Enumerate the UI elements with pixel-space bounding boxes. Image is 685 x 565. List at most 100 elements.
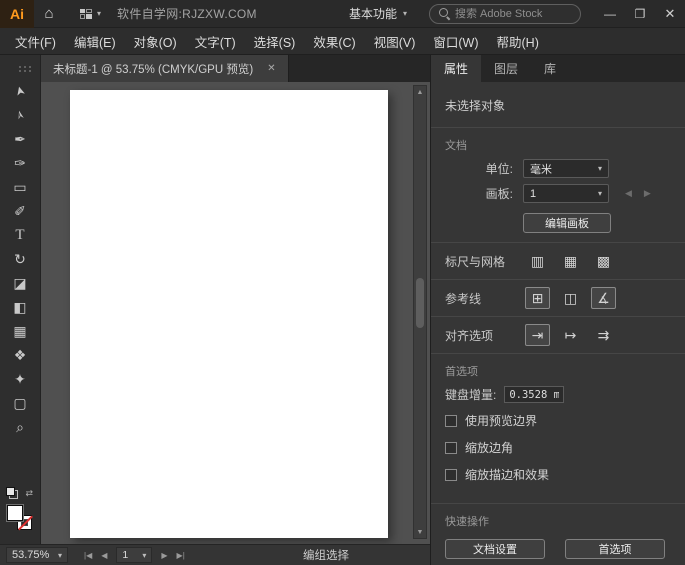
vertical-scrollbar[interactable]: ▲ ▼ [413, 85, 427, 539]
scale-strokes-effects-row: 缩放描边和效果 [431, 461, 685, 488]
snap-to-grid-icon[interactable]: ↦ [558, 324, 583, 346]
canvas-area[interactable]: ▲ ▼ [41, 82, 430, 544]
guides-label: 参考线 [445, 291, 482, 306]
unit-dropdown[interactable]: 毫米 ▾ [523, 159, 609, 178]
menu-window[interactable]: 窗口(W) [424, 27, 487, 56]
menu-effect[interactable]: 效果(C) [304, 27, 364, 56]
menu-edit[interactable]: 编辑(E) [65, 27, 125, 56]
scale-corners-row: 缩放边角 [431, 434, 685, 461]
close-button[interactable]: ✕ [655, 0, 685, 28]
keyboard-increment-input[interactable] [504, 386, 565, 403]
tab-libraries[interactable]: 库 [531, 55, 569, 82]
workspace-menu[interactable]: 基本功能 ▾ [349, 5, 407, 22]
keyboard-increment-row: 键盘增量: [431, 382, 685, 407]
status-text: 编组选择 [303, 550, 349, 562]
align-options-label: 对齐选项 [445, 328, 494, 343]
next-artboard-icon[interactable]: ▶ [644, 188, 651, 199]
ruler-grid-row: 标尺与网格 ▥ ▦ ▩ [431, 243, 685, 279]
scale-strokes-effects-checkbox[interactable] [445, 468, 457, 481]
default-fill-stroke-icon[interactable] [6, 487, 18, 499]
previous-artboard-icon[interactable]: ◀ [101, 551, 107, 560]
unit-label: 单位: [485, 162, 513, 176]
shaper-tool[interactable]: ✦ [0, 367, 40, 391]
artboard-prev-next: ◀ ▶ [625, 188, 651, 199]
illustrator-window: Ai ⌂ ▾ 软件自学网:RJZXW.COM 基本功能 ▾ — ❐ ✕ 文件(F… [0, 0, 685, 565]
home-icon[interactable]: ⌂ [34, 0, 64, 28]
curvature-tool[interactable]: ✑ [0, 151, 40, 175]
artboard-dropdown[interactable]: 1 ▾ [523, 184, 609, 203]
paintbrush-tool[interactable]: ✐ [0, 199, 40, 223]
scroll-down-icon[interactable]: ▼ [414, 526, 426, 538]
artboard-tool[interactable]: ▢ [0, 391, 40, 415]
artboard-value: 1 [530, 187, 537, 200]
type-tool[interactable]: T [0, 223, 40, 247]
unit-row: 单位: 毫米 ▾ [431, 156, 685, 181]
artboard-row: 画板: 1 ▾ ◀ ▶ [431, 181, 685, 206]
snap-to-pixel-icon[interactable]: ⇉ [591, 324, 616, 346]
show-guides-icon[interactable]: ⊞ [525, 287, 550, 309]
rectangle-tool[interactable]: ▭ [0, 175, 40, 199]
menu-view[interactable]: 视图(V) [365, 27, 425, 56]
document-setup-button[interactable]: 文档设置 [445, 539, 545, 559]
document-section-label: 文档 [445, 140, 467, 152]
fill-color-swatch[interactable] [7, 505, 23, 521]
lock-guides-icon[interactable]: ◫ [558, 287, 583, 309]
menubar: 文件(F) 编辑(E) 对象(O) 文字(T) 选择(S) 效果(C) 视图(V… [0, 28, 685, 55]
tools-panel: ➤ ➢ ✒ ✑ ▭ ✐ T ↻ ◪ ◧ ▦ ❖ ✦ ▢ ⌕ ⇄ [0, 55, 41, 544]
swap-fill-stroke-icon[interactable]: ⇄ [25, 488, 33, 499]
edit-artboard-button[interactable]: 编辑画板 [523, 213, 611, 233]
search-input[interactable] [455, 7, 567, 20]
scroll-up-icon[interactable]: ▲ [414, 86, 426, 98]
grid-icon[interactable]: ▦ [558, 250, 583, 272]
rotate-tool[interactable]: ↻ [0, 247, 40, 271]
guides-row: 参考线 ⊞ ◫ ∡ [431, 280, 685, 316]
next-artboard-icon[interactable]: ▶ [161, 551, 167, 560]
menu-select[interactable]: 选择(S) [245, 27, 305, 56]
transparency-grid-icon[interactable]: ▩ [591, 250, 616, 272]
arrange-documents-icon [80, 8, 92, 19]
menu-type[interactable]: 文字(T) [186, 27, 245, 56]
chevron-down-icon: ▾ [97, 9, 102, 18]
chevron-down-icon: ▾ [402, 9, 407, 18]
gradient-tool[interactable]: ◧ [0, 295, 40, 319]
restore-button[interactable]: ❐ [625, 0, 655, 28]
artboard-number: 1 [122, 549, 129, 561]
statusbar: 53.75% ▾ |◀ ◀ 1 ▾ ▶ ▶| 编组选择 [0, 544, 430, 565]
menu-object[interactable]: 对象(O) [125, 27, 186, 56]
zoom-select[interactable]: 53.75% ▾ [6, 547, 68, 563]
color-controls: ⇄ [6, 487, 34, 534]
zoom-value: 53.75% [12, 549, 50, 561]
tab-properties[interactable]: 属性 [431, 55, 482, 82]
snap-to-point-icon[interactable]: ⇥ [525, 324, 550, 346]
tab-layers[interactable]: 图层 [481, 55, 531, 82]
preview-bounds-checkbox[interactable] [445, 414, 457, 427]
app-logo[interactable]: Ai [0, 0, 34, 28]
blend-tool[interactable]: ❖ [0, 343, 40, 367]
stock-search [429, 3, 581, 24]
mesh-tool[interactable]: ▦ [0, 319, 40, 343]
workspace-switcher[interactable]: ▾ [80, 8, 102, 19]
preferences-button[interactable]: 首选项 [565, 539, 665, 559]
properties-body: 未选择对象 文档 单位: 毫米 ▾ 画板: 1 ▾ ◀ ▶ 编辑画板 标尺与网格… [431, 82, 685, 565]
artboard-number-select[interactable]: 1 ▾ [116, 547, 153, 563]
rulers-icon[interactable]: ▥ [525, 250, 550, 272]
document-tab[interactable]: 未标题-1 @ 53.75% (CMYK/GPU 预览) ✕ [41, 55, 289, 82]
zoom-tool[interactable]: ⌕ [0, 415, 40, 439]
smart-guides-icon[interactable]: ∡ [591, 287, 616, 309]
chevron-down-icon: ▾ [142, 550, 147, 560]
close-tab-icon[interactable]: ✕ [267, 63, 275, 74]
scrollbar-track[interactable] [414, 98, 426, 526]
menu-file[interactable]: 文件(F) [6, 27, 65, 56]
menu-help[interactable]: 帮助(H) [488, 27, 548, 56]
eraser-tool[interactable]: ◪ [0, 271, 40, 295]
scale-corners-checkbox[interactable] [445, 441, 457, 454]
minimize-button[interactable]: — [595, 0, 625, 28]
artboard[interactable] [70, 90, 388, 538]
prev-artboard-icon[interactable]: ◀ [625, 188, 632, 199]
scrollbar-thumb[interactable] [416, 277, 424, 328]
quick-actions-label: 快速操作 [445, 516, 489, 528]
first-artboard-icon[interactable]: |◀ [84, 551, 92, 560]
grip-dots-icon [19, 66, 21, 68]
last-artboard-icon[interactable]: ▶| [177, 551, 185, 560]
properties-panel: 属性 图层 库 未选择对象 文档 单位: 毫米 ▾ 画板: 1 ▾ ◀ ▶ 编辑… [430, 55, 685, 565]
